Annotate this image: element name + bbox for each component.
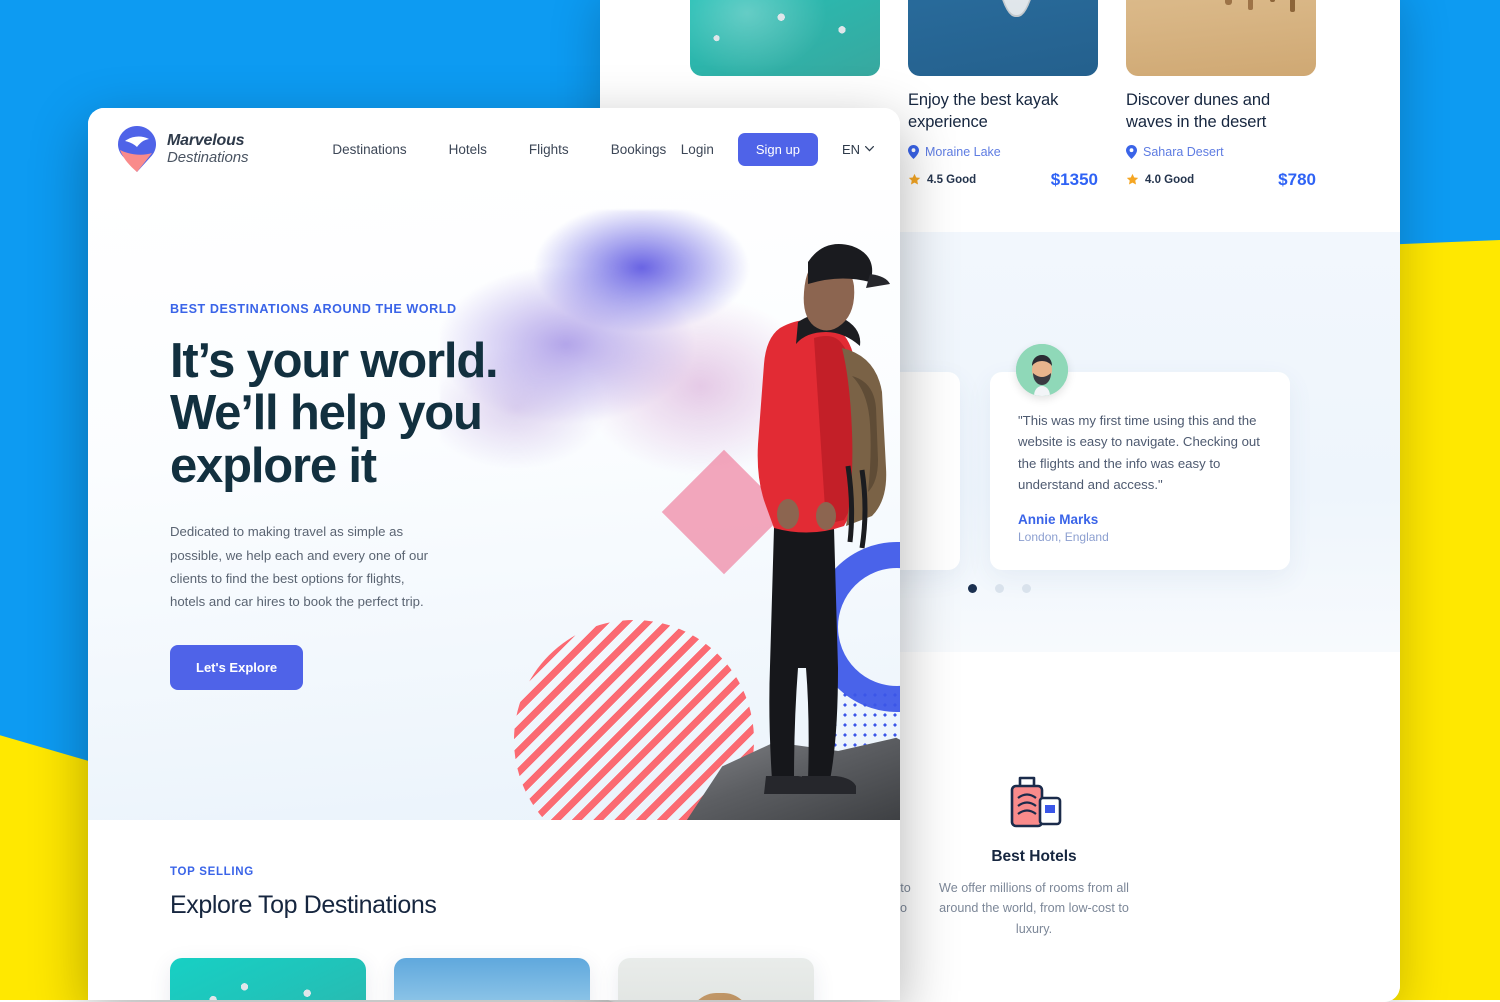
logo-line-1: Marvelous — [167, 132, 248, 150]
nav-item-hotels[interactable]: Hotels — [449, 142, 487, 157]
carousel-dot-3[interactable] — [1022, 584, 1031, 593]
destination-card[interactable]: Enjoy the best kayak experience Moraine … — [908, 0, 1098, 190]
destination-card-image — [908, 0, 1098, 76]
top-selling-card-list — [170, 958, 814, 1000]
language-selector[interactable]: EN — [842, 142, 874, 157]
destination-card-location-label: Moraine Lake — [925, 145, 1001, 159]
hero-section: BEST DESTINATIONS AROUND THE WORLD It’s … — [88, 190, 900, 820]
destination-card-location: Moraine Lake — [908, 145, 1098, 159]
testimonial-quote: "This was my first time using this and t… — [1018, 410, 1262, 496]
language-selector-value: EN — [842, 142, 860, 157]
top-selling-eyebrow: TOP SELLING — [170, 866, 900, 878]
star-icon — [908, 173, 921, 186]
hiker-photo — [702, 198, 900, 820]
destination-card-image — [1126, 0, 1316, 76]
nav-item-flights[interactable]: Flights — [529, 142, 569, 157]
destination-card-location: Sahara Desert — [1126, 145, 1316, 159]
destination-card-rating: 4.0 Good — [1126, 173, 1194, 186]
service-item-best-hotels: Best Hotels We offer millions of rooms f… — [924, 770, 1144, 939]
testimonial-author: Annie Marks — [1018, 512, 1262, 527]
location-pin-bird-logo-icon — [118, 126, 156, 172]
lets-explore-button[interactable]: Let's Explore — [170, 645, 303, 690]
destination-card-rating: 4.5 Good — [908, 173, 976, 186]
hero-eyebrow: BEST DESTINATIONS AROUND THE WORLD — [170, 302, 510, 316]
top-selling-title: Explore Top Destinations — [170, 891, 900, 920]
destination-card[interactable]: Discover dunes and waves in the desert S… — [1126, 0, 1316, 190]
destination-card-title: Enjoy the best kayak experience — [908, 90, 1098, 134]
hero-description: Dedicated to making travel as simple as … — [170, 520, 442, 613]
hero-title: It’s your world.We’ll help you explore i… — [170, 335, 510, 492]
service-item-name: Best Hotels — [924, 848, 1144, 866]
testimonial-carousel-dots[interactable] — [968, 584, 1031, 593]
destination-card-title: Discover dunes and waves in the desert — [1126, 90, 1316, 134]
destination-card-location-label: Sahara Desert — [1143, 145, 1224, 159]
nav-links: Destinations Hotels Flights Bookings — [332, 142, 666, 157]
service-item-description: We offer millions of rooms from all arou… — [924, 878, 1144, 939]
nav-item-bookings[interactable]: Bookings — [611, 142, 667, 157]
top-selling-card[interactable] — [618, 958, 814, 1000]
nav-item-destinations[interactable]: Destinations — [332, 142, 406, 157]
navbar: Marvelous Destinations Destinations Hote… — [88, 108, 900, 190]
front-page-mockup: Marvelous Destinations Destinations Hote… — [88, 108, 900, 1000]
destination-card-meta: 4.5 Good $1350 — [908, 170, 1098, 190]
star-icon — [1126, 173, 1139, 186]
signup-button[interactable]: Sign up — [738, 133, 818, 166]
carousel-dot-1[interactable] — [968, 584, 977, 593]
top-selling-card[interactable] — [170, 958, 366, 1000]
logo-line-2: Destinations — [167, 150, 248, 167]
avatar — [1016, 344, 1068, 396]
location-pin-icon — [908, 145, 919, 159]
navbar-actions: Login Sign up EN — [681, 133, 874, 166]
chevron-down-icon — [865, 146, 874, 152]
avatar-bearded-man-icon — [1016, 344, 1068, 396]
top-selling-section: TOP SELLING Explore Top Destinations — [88, 820, 900, 1000]
destination-card-price: $780 — [1278, 170, 1316, 190]
destination-card-rating-label: 4.0 Good — [1145, 174, 1194, 186]
luggage-icon — [924, 770, 1144, 832]
login-link[interactable]: Login — [681, 142, 714, 157]
destination-card-meta: 4.0 Good $780 — [1126, 170, 1316, 190]
logo[interactable]: Marvelous Destinations — [118, 126, 248, 172]
location-pin-icon — [1126, 145, 1137, 159]
top-selling-card[interactable] — [394, 958, 590, 1000]
destination-card-price: $1350 — [1051, 170, 1098, 190]
testimonial-card: "This was my first time using this and t… — [990, 372, 1290, 570]
hero-copy: BEST DESTINATIONS AROUND THE WORLD It’s … — [170, 302, 510, 690]
logo-text: Marvelous Destinations — [167, 132, 248, 167]
destination-card-image — [690, 0, 880, 76]
testimonial-location: London, England — [1018, 530, 1262, 544]
carousel-dot-2[interactable] — [995, 584, 1004, 593]
destination-card-rating-label: 4.5 Good — [927, 174, 976, 186]
